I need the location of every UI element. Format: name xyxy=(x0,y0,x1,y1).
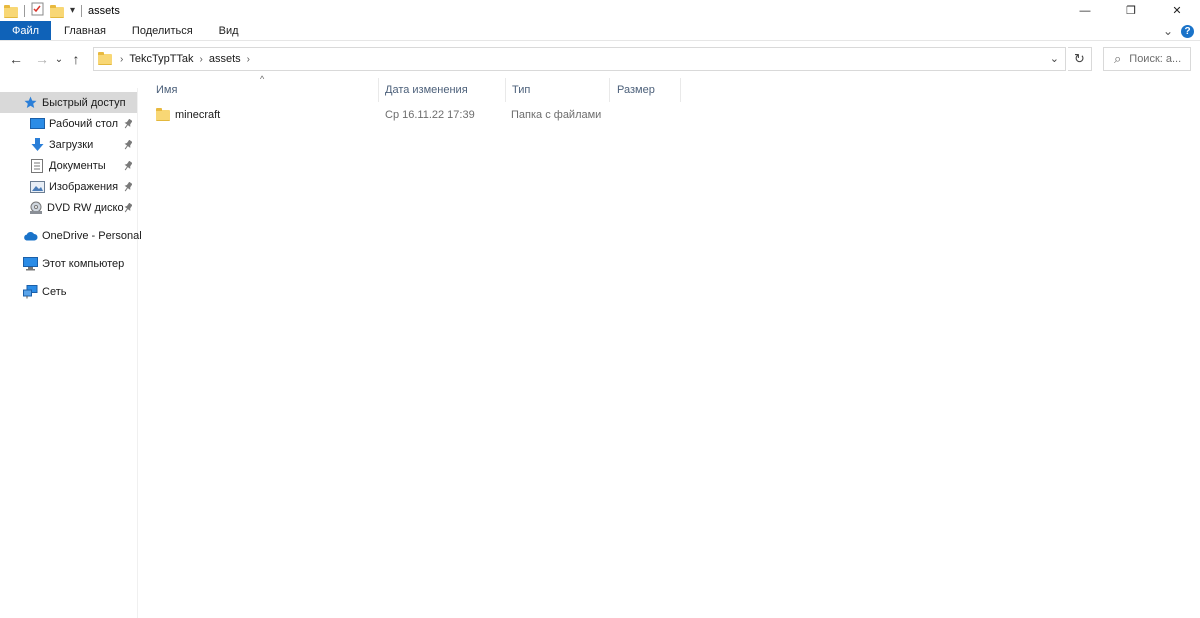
ribbon-tabs: Файл Главная Поделиться Вид ⌄ ? xyxy=(0,21,1200,41)
qat-dropdown-icon[interactable]: ▾ xyxy=(70,5,75,16)
sidebar-item-downloads[interactable]: Загрузки xyxy=(0,134,93,155)
back-button[interactable]: ← xyxy=(6,47,26,71)
column-header-label: Тип xyxy=(512,84,531,96)
recent-locations-button[interactable]: ⌄ xyxy=(52,47,66,71)
sidebar-item-label: Загрузки xyxy=(49,138,94,151)
navigation-pane: Быстрый доступ Рабочий стол Загрузки Док… xyxy=(0,88,142,618)
navigation-bar: ← → ⌄ ↑ › TekcTypTTak › assets › ⌄ ↻ ⌕ П… xyxy=(0,44,1200,74)
sidebar-item-label: OneDrive - Personal xyxy=(42,229,142,242)
network-icon xyxy=(22,284,38,300)
file-type: Папка с файлами xyxy=(511,109,602,121)
quick-access-toolbar: ▾ xyxy=(0,0,83,21)
sidebar-item-label: Быстрый доступ xyxy=(42,96,126,109)
documents-icon xyxy=(29,158,45,174)
column-header-type[interactable]: Тип xyxy=(506,78,610,102)
sidebar-item-label: Изображения xyxy=(49,180,119,193)
sidebar-item-documents[interactable]: Документы xyxy=(0,155,106,176)
breadcrumb-separator-icon[interactable]: › xyxy=(247,54,250,65)
pin-icon xyxy=(124,139,133,152)
pin-icon xyxy=(124,160,133,173)
help-icon[interactable]: ? xyxy=(1181,24,1194,38)
refresh-button[interactable]: ↻ xyxy=(1068,47,1092,71)
sidebar-item-quick-access[interactable]: Быстрый доступ xyxy=(0,92,137,113)
sidebar-item-label: Сеть xyxy=(42,285,67,298)
new-folder-icon[interactable] xyxy=(50,4,64,18)
sidebar-item-network[interactable]: Сеть xyxy=(0,281,66,302)
column-header-label: Размер xyxy=(617,84,655,96)
sidebar-item-this-pc[interactable]: Этот компьютер xyxy=(0,253,124,274)
forward-button[interactable]: → xyxy=(32,47,52,71)
up-button[interactable]: ↑ xyxy=(66,47,86,71)
computer-icon xyxy=(22,256,38,272)
address-bar[interactable]: › TekcTypTTak › assets › ⌄ xyxy=(93,47,1066,71)
search-icon: ⌕ xyxy=(1114,51,1122,66)
file-date: Ср 16.11.22 17:39 xyxy=(385,109,475,121)
sidebar-item-desktop[interactable]: Рабочий стол xyxy=(0,113,118,134)
breadcrumb-item[interactable]: TekcTypTTak xyxy=(129,53,193,65)
search-placeholder: Поиск: a... xyxy=(1129,53,1182,65)
close-button[interactable]: ✕ xyxy=(1154,0,1200,21)
expand-ribbon-icon[interactable]: ⌄ xyxy=(1163,24,1173,38)
folder-icon xyxy=(4,4,18,18)
maximize-button[interactable]: ❐ xyxy=(1108,0,1154,21)
desktop-icon xyxy=(29,116,45,132)
properties-icon[interactable] xyxy=(31,2,44,19)
qat-separator-2 xyxy=(81,4,83,17)
minimize-button[interactable]: — xyxy=(1062,0,1108,21)
title-bar: ▾ assets — ❐ ✕ xyxy=(0,0,1200,21)
tab-share[interactable]: Поделиться xyxy=(119,21,206,40)
file-name-cell: minecraft xyxy=(156,104,220,126)
pin-icon xyxy=(124,118,133,131)
breadcrumb-separator-icon[interactable]: › xyxy=(200,54,203,65)
address-dropdown-icon[interactable]: ⌄ xyxy=(1050,52,1059,65)
ribbon-right-controls: ⌄ ? xyxy=(1163,23,1194,39)
column-header-label: Дата изменения xyxy=(385,84,468,96)
sidebar-item-label: DVD RW дисков xyxy=(47,201,124,214)
pictures-icon xyxy=(29,179,45,195)
sidebar-item-pictures[interactable]: Изображения xyxy=(0,176,118,197)
sidebar-item-label: Рабочий стол xyxy=(49,117,119,130)
folder-icon xyxy=(98,51,112,65)
sidebar-item-label: Этот компьютер xyxy=(42,257,125,270)
pin-icon xyxy=(124,202,133,215)
onedrive-icon xyxy=(22,228,38,244)
sidebar-item-onedrive[interactable]: OneDrive - Personal xyxy=(0,225,142,246)
column-header-date[interactable]: Дата изменения xyxy=(379,78,506,102)
breadcrumb-item[interactable]: assets xyxy=(209,53,241,65)
tab-file[interactable]: Файл xyxy=(0,21,52,40)
sidebar-item-dvd-drive[interactable]: DVD RW дисков xyxy=(0,197,124,218)
downloads-icon xyxy=(29,137,45,153)
breadcrumb: › TekcTypTTak › assets › xyxy=(94,51,250,65)
column-header-name[interactable]: Имя xyxy=(150,78,379,102)
star-icon xyxy=(22,95,38,111)
sidebar-item-label: Документы xyxy=(49,159,106,172)
window-title: assets xyxy=(88,4,120,17)
qat-separator xyxy=(24,4,25,17)
column-header-size[interactable]: Размер xyxy=(611,78,681,102)
file-row[interactable]: minecraft Ср 16.11.22 17:39 Папка с файл… xyxy=(150,104,610,126)
dvd-drive-icon xyxy=(29,200,43,216)
tab-home[interactable]: Главная xyxy=(51,21,119,40)
window-controls: — ❐ ✕ xyxy=(1062,0,1200,21)
folder-icon xyxy=(156,107,170,121)
tab-view[interactable]: Вид xyxy=(206,21,252,40)
file-name: minecraft xyxy=(175,109,221,121)
search-box[interactable]: ⌕ Поиск: a... xyxy=(1103,47,1191,71)
breadcrumb-separator-icon[interactable]: › xyxy=(120,54,123,65)
column-header-label: Имя xyxy=(156,84,178,96)
pin-icon xyxy=(124,181,133,194)
